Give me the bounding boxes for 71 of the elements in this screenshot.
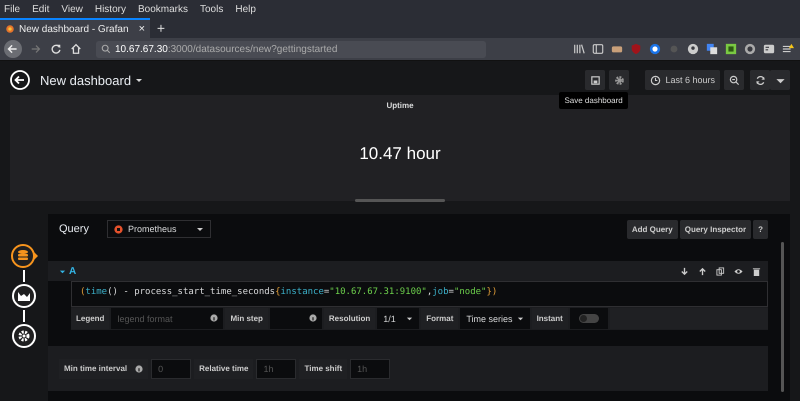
settings-button[interactable] — [609, 70, 630, 90]
caret-icon — [196, 225, 204, 233]
info-icon[interactable] — [210, 314, 218, 322]
format-select[interactable]: Time series — [460, 308, 530, 329]
zoom-out-button[interactable] — [724, 70, 744, 90]
account-icon[interactable] — [687, 43, 699, 55]
menu-item[interactable]: History — [94, 4, 126, 14]
extension-icon[interactable] — [744, 43, 756, 55]
dashboard-title[interactable]: New dashboard — [40, 72, 132, 88]
database-icon[interactable] — [10, 242, 38, 270]
caret-icon — [406, 315, 414, 322]
menu-item[interactable]: File — [4, 4, 20, 14]
tooltip: Save dashboard — [559, 92, 628, 109]
query-field[interactable]: (time() - process_start_time_seconds{instance="10.67.67.31:9100",job="node"}) — [71, 281, 768, 307]
address-bar[interactable]: 10.67.67.30:3000/datasources/new?gettingstarted — [96, 40, 486, 58]
back-icon[interactable] — [10, 70, 30, 90]
save-icon — [590, 74, 601, 86]
move-up-icon[interactable] — [698, 266, 707, 276]
caret-icon — [516, 315, 524, 322]
caret-icon[interactable] — [59, 268, 66, 274]
panel-title: Uptime — [386, 101, 414, 110]
query-ref-label[interactable]: A — [69, 266, 76, 276]
browser-tab[interactable]: New dashboard - Grafan × — [0, 18, 150, 38]
query-button[interactable]: Query Inspector — [680, 220, 752, 238]
instant-toggle[interactable] — [578, 314, 599, 323]
zoom-out-icon — [728, 74, 740, 86]
close-button[interactable]: × — [138, 23, 145, 35]
sidebar-icon[interactable] — [592, 43, 604, 55]
caret-icon[interactable] — [135, 76, 144, 84]
move-down-icon[interactable] — [680, 266, 689, 276]
time-shift-field[interactable]: 1h — [350, 358, 390, 378]
translate-icon[interactable] — [706, 43, 718, 55]
extension-icon[interactable] — [649, 43, 661, 55]
refresh-interval-button[interactable] — [770, 70, 790, 90]
refresh-button[interactable] — [750, 70, 770, 90]
legend-field[interactable]: legend format — [111, 308, 224, 329]
eye-icon[interactable] — [734, 266, 743, 276]
save-button[interactable] — [585, 70, 606, 90]
relative-time-field[interactable]: 1h — [256, 358, 296, 378]
menu-item[interactable]: View — [61, 4, 83, 14]
resize-handle[interactable] — [355, 199, 445, 202]
min-step-field[interactable] — [270, 308, 322, 329]
menu-item[interactable]: Edit — [32, 4, 50, 14]
extension-icon[interactable] — [763, 43, 775, 55]
new-tab-button[interactable]: + — [150, 18, 172, 38]
query-label: Query — [59, 223, 89, 235]
info-icon[interactable] — [308, 314, 317, 322]
home-icon[interactable] — [70, 43, 82, 55]
back-icon[interactable] — [4, 40, 22, 58]
info-icon[interactable] — [135, 364, 144, 372]
min-interval-field[interactable]: 0 — [151, 358, 192, 378]
trash-icon[interactable] — [752, 266, 761, 276]
menu-item[interactable]: Bookmarks — [138, 4, 188, 14]
clock-icon — [650, 74, 662, 86]
datasource-select[interactable]: Prometheus — [106, 220, 211, 238]
extension-icon[interactable] — [725, 43, 737, 55]
menu-icon[interactable] — [782, 43, 794, 55]
datasource-icon — [114, 224, 123, 234]
refresh-icon — [754, 74, 766, 86]
reload-icon[interactable] — [50, 43, 62, 55]
query-button[interactable]: Add Query — [626, 220, 678, 238]
settings-icon[interactable] — [10, 322, 38, 350]
time-range-button[interactable]: Last 6 hours — [645, 70, 720, 90]
library-icon[interactable] — [573, 43, 585, 55]
stat-value: 10.47 hour — [359, 144, 441, 164]
resolution-select[interactable]: 1/1 — [377, 308, 420, 329]
area-chart-icon[interactable] — [10, 282, 38, 310]
menu-item[interactable]: Tools — [200, 4, 224, 14]
duplicate-icon[interactable] — [716, 266, 725, 276]
help-button[interactable]: ? — [753, 220, 768, 238]
menu-item[interactable]: Help — [235, 4, 256, 14]
